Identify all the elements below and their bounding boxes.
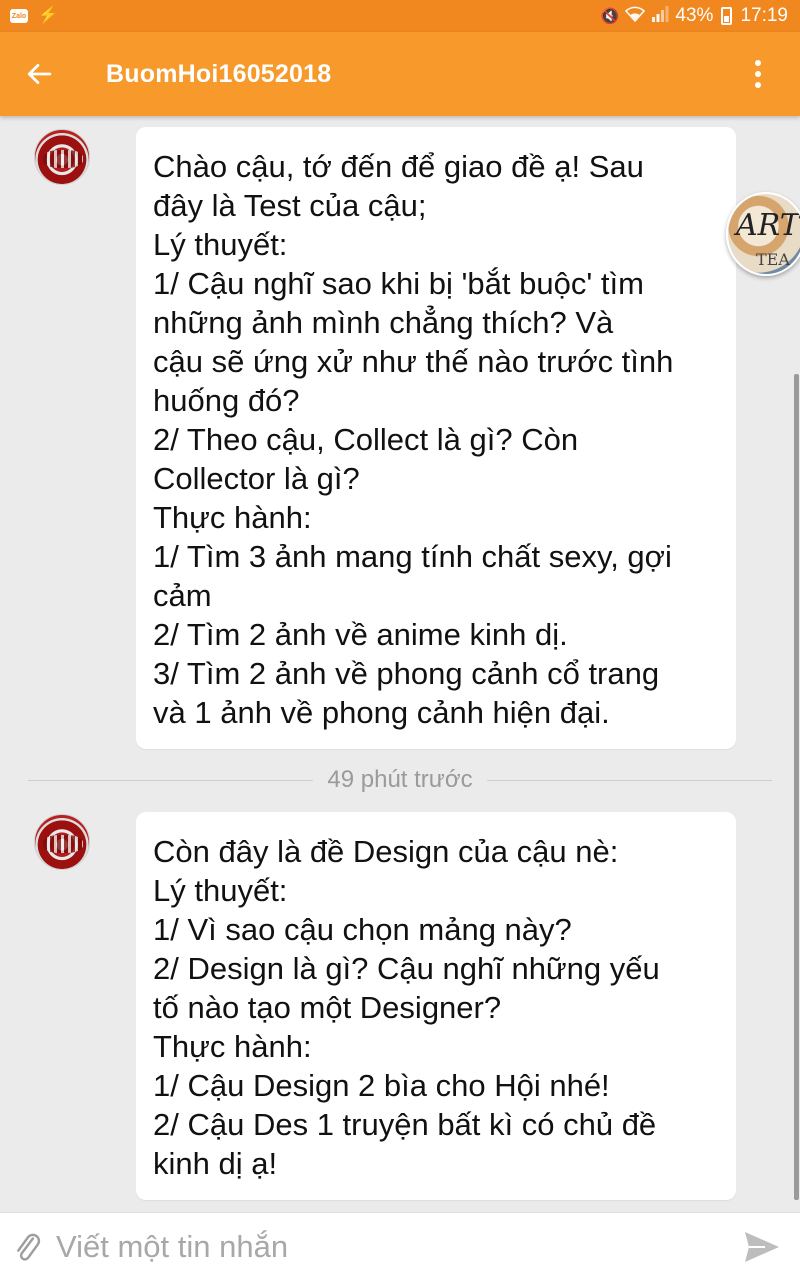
divider-rule (28, 779, 314, 781)
more-vertical-icon (755, 60, 761, 66)
message-line: 1/ Vì sao cậu chọn mảng này? (153, 912, 572, 947)
send-icon (745, 1231, 779, 1262)
status-left: Zalo ⚡ (10, 8, 58, 24)
message-line: 3/ Tìm 2 ảnh về phong cảnh cổ trang (153, 656, 660, 691)
message-line: huống đó? (153, 383, 300, 418)
message-line: 2/ Tìm 2 ảnh về anime kinh dị. (153, 617, 568, 652)
zalo-icon: Zalo (10, 9, 28, 23)
message-line: những ảnh mình chẳng thích? Và (153, 305, 614, 340)
message-line: kinh dị ạ! (153, 1146, 278, 1181)
message-line: tố nào tạo một Designer? (153, 990, 502, 1025)
scrollbar[interactable] (794, 374, 799, 1200)
status-right: 🔇 43% 17:19 (601, 5, 788, 27)
message-line: Còn đây là đề Design của cậu nè: (153, 834, 619, 869)
badge-text-bottom: TEA (756, 250, 790, 269)
floating-chat-head[interactable]: ART TEA (726, 192, 800, 276)
battery-percent: 43% (675, 5, 714, 26)
message-line: 2/ Theo cậu, Collect là gì? Còn (153, 422, 579, 457)
wifi-icon (625, 6, 646, 26)
message-input-bar (0, 1212, 800, 1280)
message-line: 2/ Cậu Des 1 truyện bất kì có chủ đề (153, 1107, 657, 1142)
message-line: Thực hành: (153, 1029, 312, 1064)
mute-icon: 🔇 (600, 8, 620, 25)
app-bar: BuomHoi16052018 (0, 32, 800, 116)
status-bar: Zalo ⚡ 🔇 43% 17:19 (0, 0, 800, 32)
bolt-icon: ⚡ (38, 7, 58, 24)
message-line: Lý thuyết: (153, 227, 288, 262)
paperclip-icon (17, 1233, 41, 1261)
status-time: 17:19 (740, 5, 788, 26)
avatar[interactable] (34, 814, 90, 870)
arrow-left-icon (27, 63, 52, 85)
message-line: và 1 ảnh về phong cảnh hiện đại. (153, 695, 610, 730)
message-line: Lý thuyết: (153, 873, 288, 908)
message-line: cảm (153, 578, 212, 613)
attach-button[interactable] (0, 1213, 56, 1280)
message-bubble-2[interactable]: Còn đây là đề Design của cậu nè: Lý thuy… (136, 812, 736, 1200)
message-line: Collector là gì? (153, 461, 360, 496)
battery-icon (721, 7, 733, 25)
message-line: Thực hành: (153, 500, 312, 535)
time-divider: 49 phút trước (28, 760, 772, 800)
message-line: 1/ Cậu nghĩ sao khi bị 'bắt buộc' tìm (153, 266, 644, 301)
message-line: đây là Test của cậu; (153, 188, 427, 223)
chat-title[interactable]: BuomHoi16052018 (106, 60, 716, 89)
message-line: Chào cậu, tớ đến để giao đề ạ! Sau (153, 149, 644, 184)
message-line: 2/ Design là gì? Cậu nghĩ những yếu (153, 951, 660, 986)
send-button[interactable] (724, 1213, 800, 1280)
divider-time: 49 phút trước (327, 766, 473, 793)
message-line: cậu sẽ ứng xử như thế nào trước tình (153, 344, 674, 379)
back-button[interactable] (0, 32, 96, 116)
message-bubble-1[interactable]: Chào cậu, tớ đến để giao đề ạ! Sau đây l… (136, 127, 736, 749)
badge-text-top: ART (736, 208, 800, 243)
chat-area: Chào cậu, tớ đến để giao đề ạ! Sau đây l… (0, 116, 800, 1212)
divider-rule (486, 779, 772, 781)
avatar[interactable] (34, 129, 90, 185)
message-line: 1/ Tìm 3 ảnh mang tính chất sexy, gợi (153, 539, 672, 574)
more-menu-button[interactable] (716, 32, 800, 116)
message-input[interactable] (56, 1212, 724, 1280)
signal-icon (651, 6, 669, 26)
message-line: 1/ Cậu Design 2 bìa cho Hội nhé! (153, 1068, 610, 1103)
